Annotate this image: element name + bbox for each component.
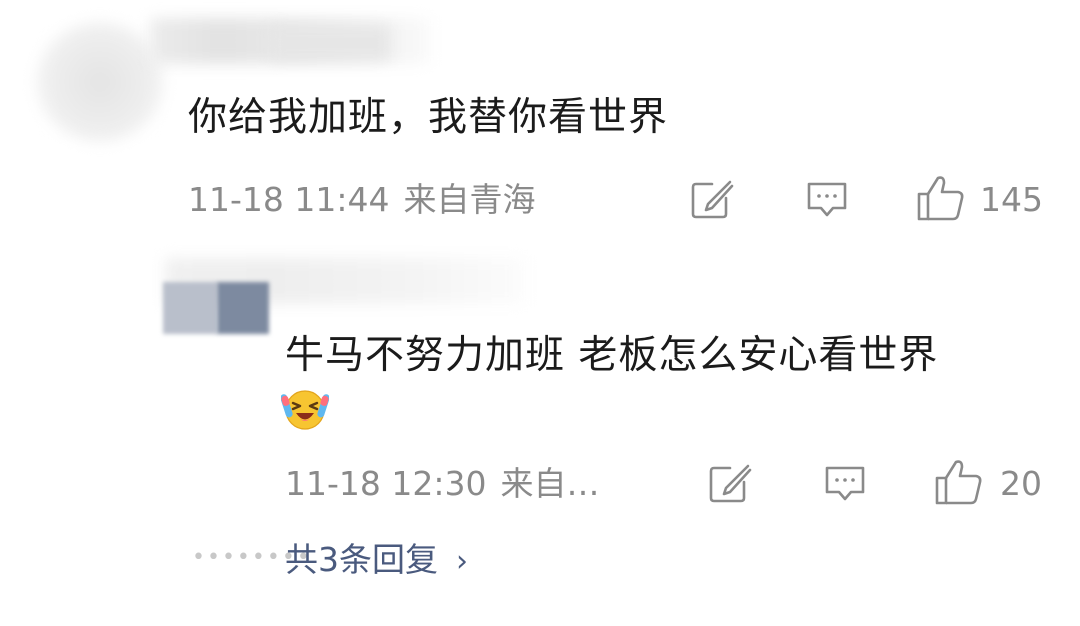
replier-avatar-left[interactable]	[163, 282, 217, 334]
comment-location: 来自青海	[403, 180, 536, 219]
comment-text: 你给我加班，我替你看世界	[188, 95, 669, 140]
reply-time: 11-18 12:30	[285, 464, 487, 503]
reply-location[interactable]: 来自…	[500, 464, 599, 503]
thumbs-up-icon[interactable]	[934, 458, 984, 506]
comment-icon[interactable]	[805, 180, 849, 220]
reply-meta: 11-18 12:30 来自…	[285, 464, 599, 504]
reply-text: 牛马不努力加班 老板怎么安心看世界	[285, 333, 939, 378]
comment-meta: 11-18 11:44 来自青海	[188, 180, 535, 220]
comment-time: 11-18 11:44	[188, 180, 390, 219]
comment-like-count: 145	[980, 180, 1043, 219]
reply-like-count: 20	[1000, 464, 1042, 503]
commenter-name-redacted-detail	[270, 26, 390, 60]
thumbs-up-icon[interactable]	[916, 174, 966, 222]
more-replies-link[interactable]: 共3条回复 ›	[285, 539, 468, 583]
comment-icon[interactable]	[823, 464, 867, 504]
repost-icon[interactable]	[708, 464, 752, 504]
crying-laughing-emoji-icon	[281, 390, 329, 430]
chevron-right-icon: ›	[456, 544, 468, 579]
more-replies-label: 共3条回复	[285, 540, 438, 579]
replier-avatar-right[interactable]	[217, 282, 269, 334]
commenter-avatar[interactable]	[36, 22, 164, 142]
repost-icon[interactable]	[690, 180, 734, 220]
